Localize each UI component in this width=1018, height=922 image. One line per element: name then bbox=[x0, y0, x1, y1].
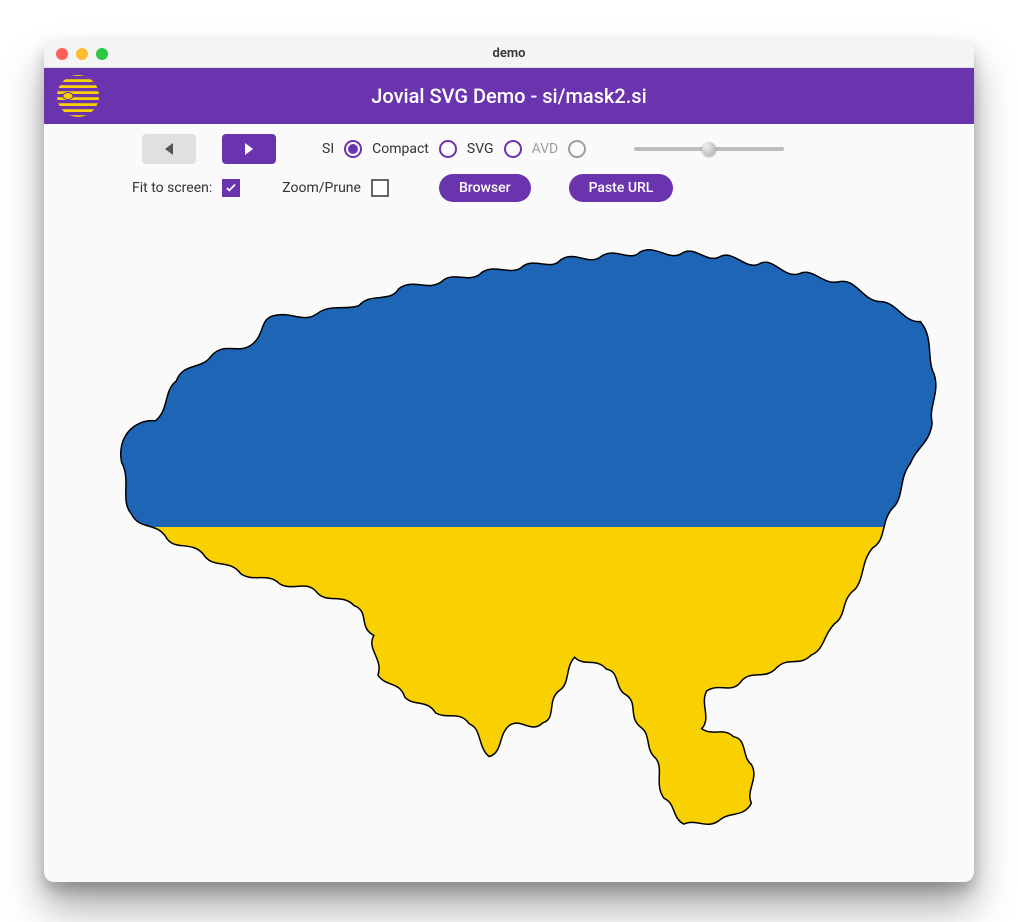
flag-bottom bbox=[62, 527, 956, 860]
appbar-title: Jovial SVG Demo - si/mask2.si bbox=[44, 84, 974, 108]
format-option-label-compact: Compact bbox=[372, 141, 429, 157]
controls: SI Compact SVG AVD Fit to screen: Zoom/P… bbox=[44, 124, 974, 218]
format-radio-compact[interactable] bbox=[439, 140, 457, 158]
ukraine-map bbox=[62, 222, 956, 862]
next-button[interactable] bbox=[222, 134, 276, 164]
zoom-slider[interactable] bbox=[634, 139, 784, 159]
slider-thumb[interactable] bbox=[702, 142, 716, 156]
zoom-icon[interactable] bbox=[96, 48, 108, 60]
logo-icon bbox=[56, 74, 100, 118]
row-nav-format: SI Compact SVG AVD bbox=[64, 134, 954, 164]
close-icon[interactable] bbox=[56, 48, 68, 60]
minimize-icon[interactable] bbox=[76, 48, 88, 60]
format-radio-si[interactable] bbox=[344, 140, 362, 158]
chevron-left-icon bbox=[165, 143, 173, 155]
zoom-prune-label: Zoom/Prune bbox=[282, 180, 361, 196]
row-toggles-actions: Fit to screen: Zoom/Prune Browser Paste … bbox=[64, 174, 954, 202]
prev-button bbox=[142, 134, 196, 164]
appbar: Jovial SVG Demo - si/mask2.si bbox=[44, 68, 974, 124]
format-radio-svg[interactable] bbox=[504, 140, 522, 158]
browser-button[interactable]: Browser bbox=[439, 174, 531, 202]
slider-track bbox=[634, 147, 784, 151]
traffic-lights bbox=[44, 48, 108, 60]
format-radio-avd bbox=[568, 140, 586, 158]
paste-url-button[interactable]: Paste URL bbox=[569, 174, 674, 202]
titlebar: demo bbox=[44, 40, 974, 68]
window: demo Jov bbox=[44, 40, 974, 882]
format-option-label-avd: AVD bbox=[532, 141, 559, 157]
fit-to-screen-label: Fit to screen: bbox=[132, 180, 212, 196]
format-option-label-svg: SVG bbox=[467, 141, 494, 157]
zoom-prune-checkbox[interactable] bbox=[371, 179, 389, 197]
format-option-label-si: SI bbox=[322, 141, 334, 157]
preview-canvas bbox=[44, 218, 974, 882]
checkmark-icon bbox=[224, 181, 238, 195]
flag-top bbox=[62, 224, 956, 527]
window-title: demo bbox=[44, 46, 974, 61]
chevron-right-icon bbox=[245, 143, 253, 155]
fit-to-screen-checkbox[interactable] bbox=[222, 179, 240, 197]
